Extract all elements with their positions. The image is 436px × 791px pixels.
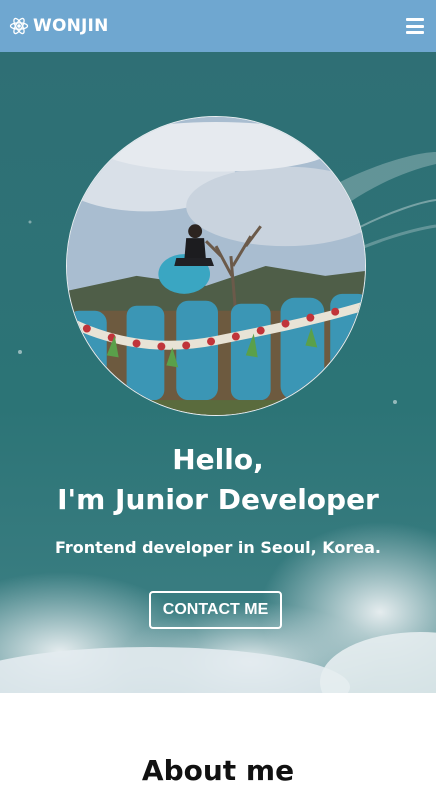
about-section: About me	[0, 693, 436, 791]
home-description: Frontend developer in Seoul, Korea.	[55, 538, 381, 557]
profile-photo	[66, 116, 366, 416]
navbar: WONJIN	[0, 0, 436, 52]
contact-me-button[interactable]: CONTACT ME	[149, 591, 282, 629]
about-title: About me	[141, 754, 295, 787]
home-title-line1: Hello,	[172, 443, 264, 476]
hamburger-icon[interactable]	[406, 18, 424, 34]
logo[interactable]: WONJIN	[9, 16, 109, 36]
logo-text[interactable]: WONJIN	[33, 16, 109, 36]
home-section: Hello, I'm Junior Developer Frontend dev…	[0, 52, 436, 693]
home-title-line2: I'm Junior Developer	[57, 483, 379, 516]
react-atom-icon	[9, 17, 29, 35]
home-title: Hello, I'm Junior Developer	[0, 440, 436, 520]
